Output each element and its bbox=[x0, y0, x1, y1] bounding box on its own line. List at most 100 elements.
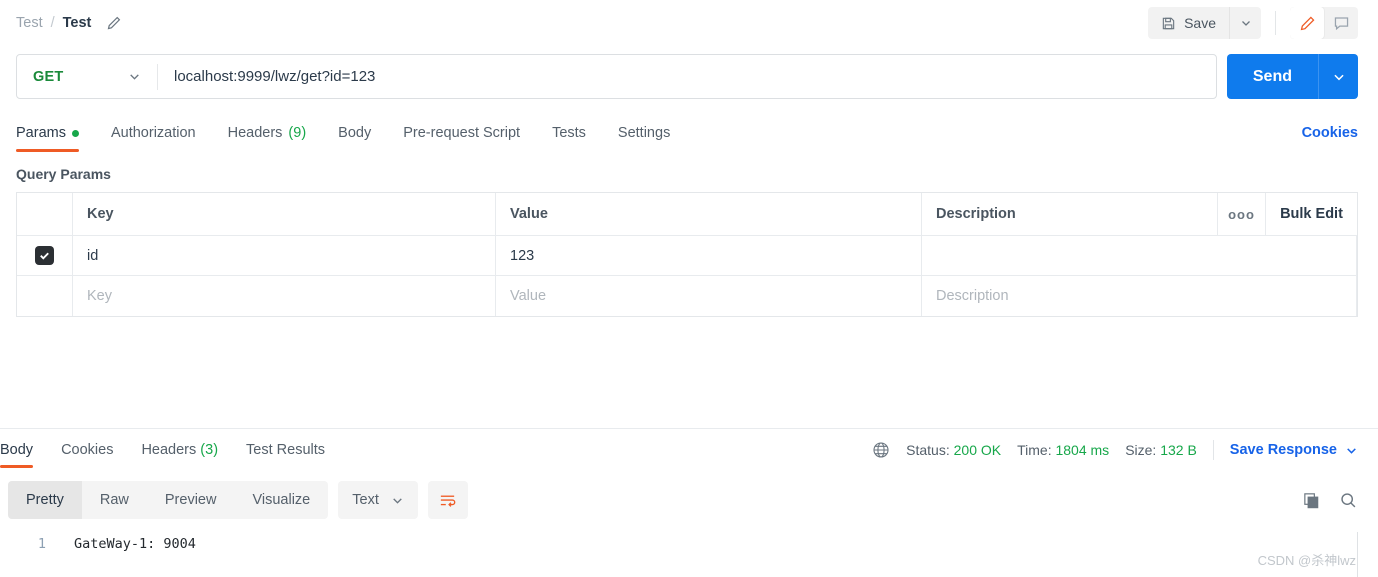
tab-params-label: Params bbox=[16, 125, 66, 141]
cookies-link[interactable]: Cookies bbox=[1302, 125, 1358, 152]
row-key-value: id bbox=[87, 247, 99, 264]
right-icon-group bbox=[1290, 7, 1358, 39]
toolbar-divider bbox=[1275, 11, 1276, 35]
status-label: Status: bbox=[906, 442, 950, 458]
chevron-down-icon bbox=[391, 494, 404, 507]
status-text: Status: 200 OK bbox=[906, 442, 1001, 458]
response-tab-test-results-label: Test Results bbox=[246, 442, 326, 458]
tab-headers-count: (9) bbox=[288, 125, 307, 141]
bulk-edit-label: Bulk Edit bbox=[1280, 206, 1343, 222]
line-number: 1 bbox=[37, 536, 46, 552]
format-selector-label: Text bbox=[352, 492, 379, 508]
response-tab-headers[interactable]: Headers (3) bbox=[141, 442, 218, 468]
comment-icon bbox=[1333, 15, 1350, 32]
method-selector[interactable]: GET bbox=[17, 55, 157, 98]
empty-row-value-placeholder: Value bbox=[510, 288, 547, 304]
table-row: id 123 bbox=[17, 236, 1357, 276]
response-tab-headers-count: (3) bbox=[200, 442, 219, 458]
tab-authorization[interactable]: Authorization bbox=[111, 125, 196, 152]
header-key: Key bbox=[73, 193, 496, 235]
ellipsis-icon: ooo bbox=[1228, 206, 1255, 222]
pencil-icon[interactable] bbox=[105, 14, 123, 32]
top-bar: Test / Test Save bbox=[0, 0, 1378, 46]
empty-row-value-input[interactable]: Value bbox=[496, 276, 922, 316]
chevron-down-icon bbox=[128, 70, 141, 83]
tab-headers-label: Headers bbox=[227, 125, 283, 141]
postman-window: Test / Test Save GET localhost:9999/lwz/… bbox=[0, 0, 1378, 577]
tab-body-label: Body bbox=[338, 125, 372, 141]
save-button[interactable]: Save bbox=[1148, 7, 1229, 39]
row-key-input[interactable]: id bbox=[73, 236, 496, 275]
time-text: Time: 1804 ms bbox=[1017, 442, 1109, 458]
send-button[interactable]: Send bbox=[1226, 54, 1318, 99]
breadcrumb-parent[interactable]: Test bbox=[16, 15, 43, 31]
response-view-segmented: Pretty Raw Preview Visualize bbox=[8, 481, 329, 519]
save-button-group: Save bbox=[1148, 7, 1261, 39]
tab-body[interactable]: Body bbox=[338, 125, 371, 152]
view-preview-button[interactable]: Preview bbox=[147, 481, 235, 519]
table-options-button[interactable]: ooo bbox=[1218, 193, 1266, 235]
tab-settings-label: Settings bbox=[617, 125, 671, 141]
send-dropdown-button[interactable] bbox=[1318, 54, 1358, 99]
breadcrumb-separator: / bbox=[50, 15, 55, 31]
watermark: CSDN @杀神lwz bbox=[1257, 553, 1356, 568]
params-indicator-dot bbox=[71, 129, 79, 137]
response-tab-cookies[interactable]: Cookies bbox=[61, 442, 113, 468]
breadcrumb-current[interactable]: Test bbox=[63, 15, 92, 31]
comment-button[interactable] bbox=[1324, 7, 1358, 39]
view-pretty-button[interactable]: Pretty bbox=[8, 481, 82, 519]
chevron-down-icon bbox=[1240, 17, 1252, 29]
save-dropdown-button[interactable] bbox=[1229, 7, 1261, 39]
query-params-table: Key Value Description ooo Bulk Edit id 1… bbox=[16, 192, 1358, 317]
word-wrap-button[interactable] bbox=[427, 481, 468, 519]
word-wrap-icon bbox=[438, 491, 457, 510]
empty-row-key-input[interactable]: Key bbox=[73, 276, 496, 316]
response-tab-test-results[interactable]: Test Results bbox=[246, 442, 325, 468]
empty-row-checkbox-cell bbox=[17, 276, 73, 316]
response-tabs-bar: Body Cookies Headers (3) Test Results St… bbox=[0, 429, 1378, 468]
tab-params[interactable]: Params bbox=[16, 125, 79, 152]
empty-row-description-input[interactable]: Description bbox=[922, 276, 1357, 316]
pencil-icon bbox=[1299, 15, 1316, 32]
response-scrollbar[interactable] bbox=[1357, 532, 1358, 577]
chevron-down-icon bbox=[1345, 444, 1358, 457]
empty-row-key-placeholder: Key bbox=[87, 288, 112, 304]
tab-settings[interactable]: Settings bbox=[618, 125, 670, 152]
response-body-actions bbox=[1302, 491, 1358, 510]
response-tab-body[interactable]: Body bbox=[0, 442, 34, 468]
size-label: Size: bbox=[1125, 442, 1157, 458]
time-value: 1804 ms bbox=[1055, 442, 1110, 458]
response-body-code[interactable]: 1 GateWay-1: 9004 bbox=[0, 531, 1378, 577]
size-text: Size: 132 B bbox=[1125, 442, 1197, 458]
copy-icon[interactable] bbox=[1302, 491, 1321, 510]
response-tab-headers-label: Headers bbox=[141, 442, 197, 458]
tab-headers[interactable]: Headers (9) bbox=[228, 125, 307, 152]
save-response-label: Save Response bbox=[1229, 442, 1337, 458]
row-description-input[interactable] bbox=[922, 236, 1357, 275]
empty-row-description-placeholder: Description bbox=[936, 288, 1009, 304]
tab-tests-label: Tests bbox=[552, 125, 586, 141]
row-value-input[interactable]: 123 bbox=[496, 236, 922, 275]
request-tabs: Params Authorization Headers (9) Body Pr… bbox=[0, 115, 1378, 152]
search-icon[interactable] bbox=[1339, 491, 1358, 510]
query-params-title: Query Params bbox=[16, 166, 111, 182]
view-raw-button[interactable]: Raw bbox=[82, 481, 147, 519]
format-selector[interactable]: Text bbox=[338, 481, 418, 519]
row-checkbox[interactable] bbox=[35, 246, 54, 265]
chevron-down-icon bbox=[1332, 70, 1346, 84]
table-header-row: Key Value Description ooo Bulk Edit bbox=[17, 193, 1357, 236]
edit-request-button[interactable] bbox=[1290, 7, 1324, 39]
meta-divider bbox=[1212, 440, 1214, 460]
line-number-gutter: 1 bbox=[0, 531, 56, 577]
tab-tests[interactable]: Tests bbox=[552, 125, 586, 152]
view-visualize-button[interactable]: Visualize bbox=[234, 481, 328, 519]
url-input[interactable] bbox=[158, 55, 1216, 98]
tab-pre-request-script[interactable]: Pre-request Script bbox=[403, 125, 520, 152]
save-response-button[interactable]: Save Response bbox=[1230, 442, 1358, 458]
time-label: Time: bbox=[1017, 442, 1052, 458]
row-value-value: 123 bbox=[510, 247, 535, 264]
bulk-edit-button[interactable]: Bulk Edit bbox=[1266, 193, 1357, 235]
header-value: Value bbox=[496, 193, 922, 235]
url-bar: GET bbox=[16, 54, 1217, 99]
save-button-label: Save bbox=[1184, 15, 1216, 31]
